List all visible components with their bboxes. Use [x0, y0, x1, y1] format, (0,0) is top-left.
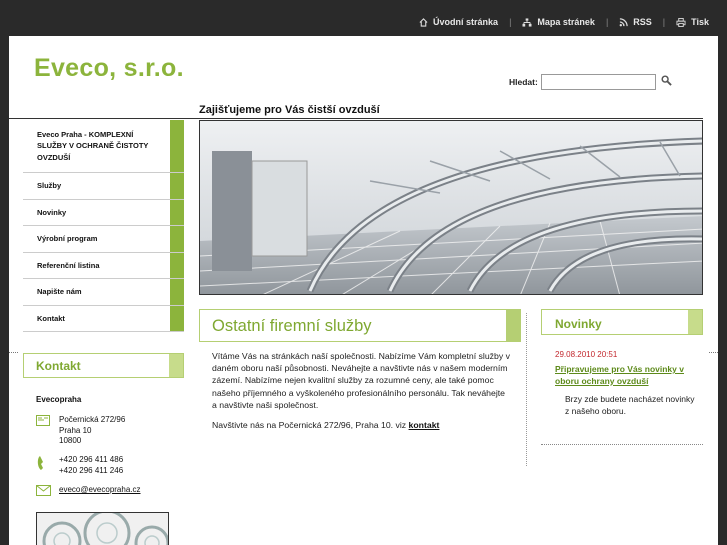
rss-link-label: RSS: [633, 17, 652, 27]
address-street: Počernická 272/96: [59, 415, 126, 424]
page-headline: Zajišťujeme pro Vás čistší ovzduší: [199, 104, 380, 116]
search-input[interactable]: [540, 74, 656, 90]
home-icon: [419, 17, 428, 27]
search-icon: [661, 75, 672, 86]
accent-bar: [688, 310, 702, 334]
architecture-illustration: [200, 121, 702, 294]
separator: |: [605, 17, 609, 27]
envelope-icon: [36, 485, 59, 500]
news-item-text: Brzy zde budete nacházet novinky z našeh…: [565, 394, 695, 416]
news-item-link[interactable]: Připravujeme pro Vás novinky v oboru och…: [555, 363, 705, 387]
top-bar: Úvodní stránka | Mapa stránek | RSS | Ti…: [0, 0, 727, 36]
accent-bar: [169, 354, 183, 377]
separator: |: [509, 17, 512, 27]
gears-image: [36, 512, 169, 545]
news-date: 29.08.2010 20:51: [555, 350, 618, 359]
address-icon: [36, 415, 59, 447]
main-paragraph-address: Navštivte nás na Počernická 272/96, Prah…: [212, 419, 512, 431]
address-city: Praha 10: [59, 425, 92, 435]
column-divider: [526, 313, 527, 466]
search-label: Hledat:: [509, 77, 538, 87]
contact-email-link[interactable]: eveco@evecopraha.cz: [59, 485, 141, 500]
address-text: Navštivte nás na Počernická 272/96, Prah…: [212, 420, 409, 431]
nav-item-vyrobni-program[interactable]: Výrobní program: [23, 226, 184, 253]
search-form: Hledat:: [509, 73, 672, 91]
rss-link[interactable]: RSS: [619, 17, 652, 27]
main-box-header: Ostatní firemní služby: [199, 309, 521, 342]
main-box-title: Ostatní firemní služby: [212, 317, 372, 335]
divider: [9, 118, 199, 119]
nav-item-sluzby[interactable]: Služby: [23, 173, 184, 200]
contact-company: Evecopraha: [36, 395, 82, 404]
nav-item-referencni-listina[interactable]: Referenční listina: [23, 252, 184, 279]
contact-box-title: Kontakt: [36, 359, 81, 373]
sidebar-navigation: Eveco Praha - KOMPLEXNÍ SLUŽBY V OCHRANĚ…: [23, 120, 184, 332]
contact-box-header: Kontakt: [23, 353, 184, 378]
news-box-title: Novinky: [555, 317, 602, 331]
nav-item-eveco-praha[interactable]: Eveco Praha - KOMPLEXNÍ SLUŽBY V OCHRANĚ…: [23, 120, 184, 173]
address-zip: 10800: [59, 436, 82, 445]
search-button[interactable]: [661, 73, 672, 91]
kontakt-link[interactable]: kontakt: [409, 420, 440, 430]
printer-icon: [676, 17, 686, 27]
main-paragraph: Vítáme Vás na stránkách naší společnosti…: [212, 351, 510, 410]
sitemap-icon: [522, 17, 532, 27]
nav-item-kontakt[interactable]: Kontakt: [23, 305, 184, 332]
home-link[interactable]: Úvodní stránka: [419, 17, 498, 27]
phone-icon: [36, 455, 59, 476]
separator: |: [662, 17, 666, 27]
accent-bar: [506, 310, 520, 341]
home-link-label: Úvodní stránka: [433, 17, 499, 27]
top-navigation: Úvodní stránka | Mapa stránek | RSS | Ti…: [419, 17, 709, 27]
divider: [199, 118, 703, 119]
rss-icon: [619, 17, 629, 26]
nav-item-napiste-nam[interactable]: Napište nám: [23, 279, 184, 306]
phone-2: +420 296 411 246: [59, 465, 124, 475]
news-box-header: Novinky: [541, 309, 703, 335]
nav-item-novinky[interactable]: Novinky: [23, 199, 184, 226]
print-link[interactable]: Tisk: [676, 17, 709, 27]
hero-image: [199, 120, 703, 295]
main-content: Vítáme Vás na stránkách naší společnosti…: [212, 350, 512, 439]
site-logo[interactable]: Eveco, s.r.o.: [34, 54, 184, 83]
divider: [9, 352, 18, 353]
sitemap-link-label: Mapa stránek: [537, 17, 595, 27]
contact-address: Počernická 272/96 Praha 10 10800: [36, 415, 125, 447]
page: Eveco, s.r.o. Hledat: Zajišťujeme pro Vá…: [9, 36, 718, 545]
print-link-label: Tisk: [691, 17, 709, 27]
sitemap-link[interactable]: Mapa stránek: [522, 17, 595, 27]
phone-1: +420 296 411 486: [59, 455, 124, 464]
divider: [541, 444, 703, 445]
divider: [709, 352, 718, 353]
contact-email-row: eveco@evecopraha.cz: [36, 485, 141, 500]
contact-phones: +420 296 411 486 +420 296 411 246: [36, 455, 123, 476]
